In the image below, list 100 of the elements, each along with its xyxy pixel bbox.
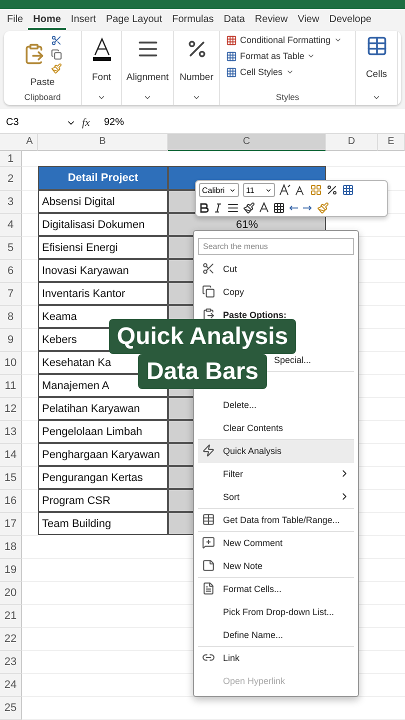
row-number[interactable]: 18 [0,536,22,559]
scissors-icon[interactable] [51,34,62,46]
grow-font-icon[interactable] [279,184,291,196]
bold-icon[interactable] [199,202,209,213]
menu-item[interactable]: Cut [198,258,354,281]
row-number[interactable]: 8 [0,306,22,329]
table-cell: Pelatihan Karyawan [38,397,168,420]
caret-icon [229,186,236,194]
menu-item[interactable]: Sort [198,486,354,509]
document-icon [202,582,215,595]
formula-field[interactable]: 92% [96,117,124,128]
menu-item[interactable]: Get Data from Table/Range... [198,509,354,532]
row-number[interactable]: 12 [0,398,22,421]
copy-icon [202,285,215,298]
column-title: Detail Project [38,166,168,190]
table-cell: Efisiensi Energi [38,236,168,259]
menu-item[interactable]: New Note [198,555,354,578]
group-label: Clipboard [24,92,61,102]
row-number[interactable]: 19 [0,559,22,582]
style-menu-button[interactable]: Cell Styles [240,67,283,78]
row-number[interactable]: 9 [0,329,22,352]
paste-button[interactable]: Paste [30,77,55,88]
menu-item[interactable]: Format Cells... [198,578,354,601]
row-number[interactable]: 17 [0,513,22,536]
search-field[interactable]: Search the menus [198,238,354,255]
format-painter-icon[interactable] [317,202,329,214]
menu-item[interactable]: Link [198,647,354,670]
style-menu-button[interactable]: Conditional Formatting [240,35,331,46]
style-menu-button[interactable]: Format as Table [240,51,304,62]
font-color-icon[interactable] [259,202,269,214]
column-header[interactable]: C [168,134,326,151]
copy-icon[interactable] [51,48,62,60]
row-number[interactable]: 10 [0,352,22,375]
column-header[interactable]: B [38,134,168,151]
table-style-icon [226,50,237,62]
ribbon-tab[interactable]: Develope [324,10,376,30]
ribbon-tab[interactable]: File [2,10,28,30]
table-cell: Pengurangan Kertas [38,466,168,489]
name-box[interactable]: C3 [6,117,76,128]
font-dropdown[interactable]: Calibri [199,183,239,198]
scissors-icon [202,262,215,275]
row-number[interactable]: 25 [0,697,22,720]
row-number[interactable]: 11 [0,375,22,398]
row-number[interactable]: 13 [0,421,22,444]
percent-icon[interactable] [326,184,338,196]
row-number[interactable]: 15 [0,467,22,490]
font-color-icon [92,36,112,61]
menu-item[interactable]: New Comment [198,532,354,555]
column-header[interactable]: D [326,134,378,151]
row-number[interactable]: 23 [0,651,22,674]
fill-color-icon[interactable] [243,202,255,214]
font-size-dropdown[interactable]: 11 [243,183,275,198]
menu-item[interactable]: Filter [198,463,354,486]
note-icon [202,559,215,572]
clipboard-icon [202,308,215,321]
row-number[interactable]: 7 [0,283,22,306]
ribbon-tab[interactable]: Data [218,10,250,30]
row-number[interactable]: 1 [0,151,22,167]
row-number[interactable]: 2 [0,167,22,191]
row-number[interactable]: 4 [0,214,22,237]
row-number[interactable]: 14 [0,444,22,467]
shrink-font-icon[interactable] [295,184,306,196]
lightning-icon [202,444,215,457]
row-number[interactable]: 16 [0,490,22,513]
paste-icon[interactable] [23,43,45,66]
italic-icon[interactable] [213,202,223,213]
fx-label: fx [82,116,90,129]
row-number[interactable]: 3 [0,191,22,214]
row-number[interactable]: 21 [0,605,22,628]
table-cell: Digitalisasi Dokumen [38,213,168,236]
ribbon-button[interactable]: Cells [366,69,388,80]
column-header[interactable]: E [378,134,405,151]
table-cell: Program CSR [38,489,168,512]
ribbon-tab[interactable]: Review [250,10,293,30]
borders-icon[interactable] [273,202,285,214]
cells-icon [366,34,388,57]
ribbon-tab[interactable]: Page Layout [100,10,168,30]
caption-text: Data Bars [138,354,267,389]
ribbon-tab[interactable]: Formulas [167,10,219,30]
menu-item[interactable]: Quick Analysis [198,440,354,463]
merge-icon[interactable] [342,184,354,196]
menu-item[interactable]: Copy [198,281,354,304]
column-header[interactable]: A [22,134,38,151]
row-number[interactable]: 22 [0,628,22,651]
ribbon-tab[interactable]: View [292,10,324,30]
row-number[interactable]: 5 [0,237,22,260]
menu-item[interactable]: Delete... [198,394,354,417]
menu-item[interactable]: Special... [274,355,312,365]
row-number[interactable]: 6 [0,260,22,283]
center-align-icon[interactable] [227,202,239,214]
ribbon-button[interactable]: Alignment [126,72,169,84]
ribbon-tab[interactable]: Insert [66,10,101,30]
ribbon-button[interactable]: Font [92,72,111,84]
table-cell: Pengelolaan Limbah [38,420,168,443]
row-number[interactable]: 24 [0,674,22,697]
row-number[interactable]: 20 [0,582,22,605]
table-cell: Inovasi Karyawan [38,259,168,282]
menu-item[interactable]: Define Name... [198,624,354,647]
menu-item[interactable]: Pick From Drop-down List... [198,601,354,624]
ribbon-button[interactable]: Number [180,72,214,84]
